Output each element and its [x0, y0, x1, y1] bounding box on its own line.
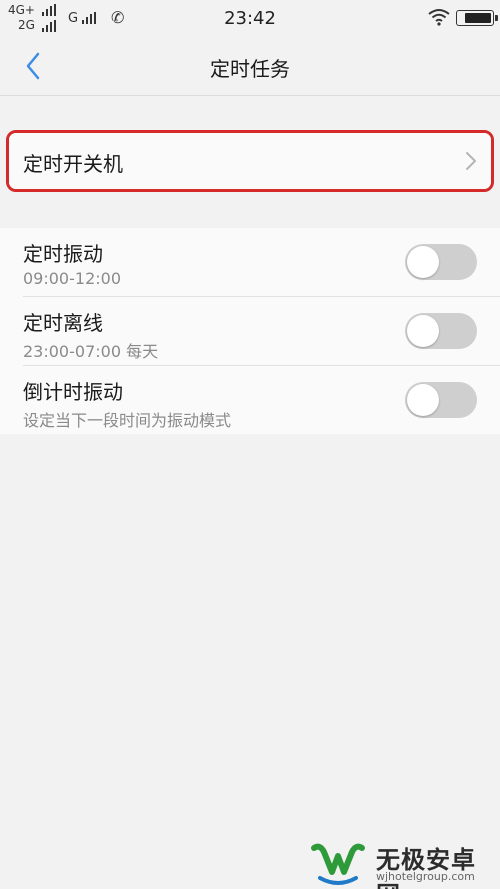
- item-title: 倒计时振动: [23, 380, 123, 404]
- battery-icon: [456, 10, 498, 26]
- item-title: 定时离线: [23, 311, 103, 335]
- battery-level: [465, 13, 491, 23]
- chevron-right-icon: [466, 152, 476, 170]
- scheduled-power-row[interactable]: 定时开关机: [9, 133, 491, 189]
- page-title: 定时任务: [210, 57, 290, 81]
- list-item-timed-offline: 定时离线 23:00-07:00 每天: [0, 297, 500, 365]
- toggle-knob: [407, 246, 439, 278]
- list-item-countdown-vibrate: 倒计时振动 设定当下一段时间为振动模式: [0, 366, 500, 434]
- toggle-knob: [407, 315, 439, 347]
- watermark: 无极安卓网 wjhotelgroup.com: [306, 838, 496, 889]
- list-item-timed-vibrate: 定时振动 09:00-12:00: [0, 228, 500, 296]
- title-bar: 定时任务: [0, 36, 500, 96]
- item-subtitle: 设定当下一段时间为振动模式: [23, 411, 232, 430]
- item-title: 定时振动: [23, 242, 103, 266]
- countdown-vibrate-toggle[interactable]: [405, 382, 477, 418]
- status-time: 23:42: [224, 8, 276, 29]
- timed-offline-toggle[interactable]: [405, 313, 477, 349]
- watermark-url: wjhotelgroup.com: [376, 870, 475, 883]
- task-list: 定时振动 09:00-12:00 定时离线 23:00-07:00 每天 倒计时…: [0, 228, 500, 434]
- status-bar: 4G+ 2G G ✆ 23:42: [0, 0, 500, 36]
- watermark-logo-icon: [311, 843, 365, 885]
- item-subtitle: 09:00-12:00: [23, 269, 121, 288]
- item-subtitle: 23:00-07:00 每天: [23, 342, 159, 361]
- toggle-knob: [407, 384, 439, 416]
- wifi-icon: [428, 9, 450, 26]
- timed-vibrate-toggle[interactable]: [405, 244, 477, 280]
- scheduled-power-label: 定时开关机: [23, 152, 123, 176]
